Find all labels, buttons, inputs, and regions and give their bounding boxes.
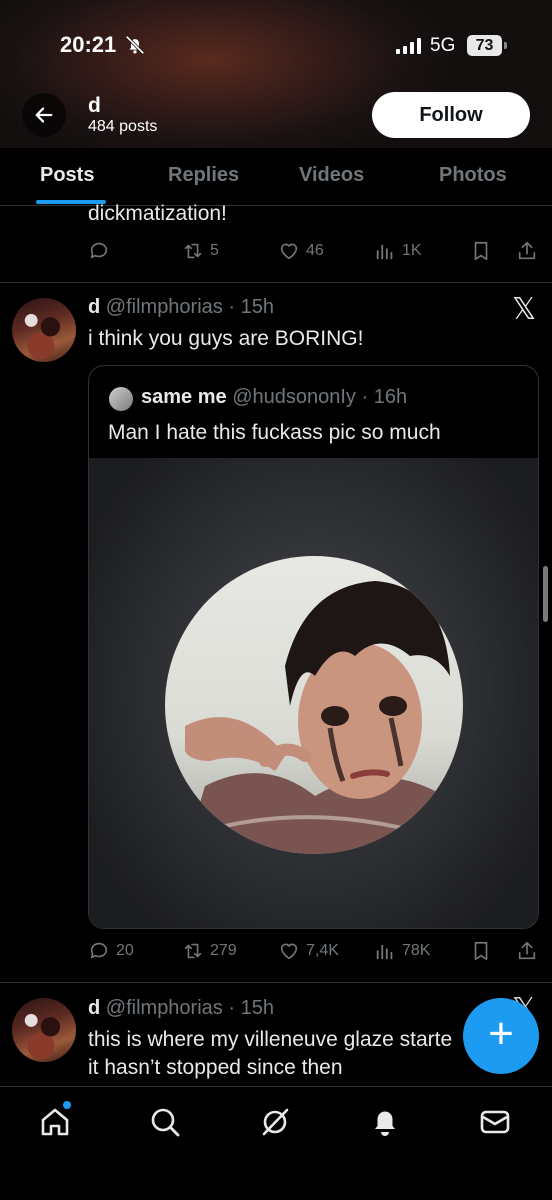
retweet-icon [184,243,202,259]
divider [0,982,552,983]
battery-icon: 73 [467,35,507,56]
retweet-count: 5 [210,242,219,259]
x-logo-icon: 𝕏 [512,292,537,327]
reply-icon [90,242,108,259]
retweet-button[interactable]: 5 [182,240,219,262]
tweet-actions: 5 46 1K [88,240,538,266]
tab-videos[interactable]: Videos [299,164,364,187]
back-button[interactable] [22,93,66,137]
search-icon[interactable] [148,1105,182,1139]
profile-name: d [88,94,101,117]
tweet-text-line: it hasn’t stopped since then [88,1056,343,1079]
views-count: 78K [402,942,431,959]
avatar[interactable] [12,998,76,1062]
author-handle[interactable]: @filmphorias [106,296,223,318]
quote-author-handle: @hudsononIy [232,386,356,408]
tweet-header: d @filmphorias · 15h [88,997,274,1020]
author-name[interactable]: d [88,296,100,318]
follow-button[interactable]: Follow [372,92,530,138]
like-icon [280,243,298,260]
views-icon [376,244,393,260]
tweet-actions: 20 279 7,4K 78K [88,940,538,966]
views-icon [376,944,393,960]
views-count: 1K [402,242,422,259]
tweet-header: d @filmphorias · 15h [88,296,274,319]
like-count: 46 [306,242,324,259]
quote-avatar [109,387,133,411]
retweet-count: 279 [210,942,237,959]
quoted-tweet[interactable]: same me @hudsononIy · 16h Man I hate thi… [88,365,539,929]
bottom-navigation [0,1086,552,1200]
post-count: 484 posts [88,118,158,135]
reply-count: 20 [116,942,134,959]
grok-icon[interactable] [258,1105,292,1139]
quote-text: Man I hate this fuckass pic so much [108,421,441,444]
retweet-button[interactable]: 279 [182,940,237,962]
tweet-text-fragment: dickmatization! [88,202,227,225]
back-arrow-icon [35,107,53,123]
status-time: 20:21 [60,32,117,57]
like-button[interactable]: 46 [278,240,324,262]
network-label: 5G [430,35,456,56]
divider [0,282,552,283]
tweet-time: · 15h [228,997,274,1019]
quote-author-name: same me [141,386,227,408]
views-button[interactable]: 78K [374,940,430,962]
tab-posts[interactable]: Posts [40,164,94,187]
messages-icon[interactable] [478,1105,512,1139]
tweet-time: · 15h [228,296,274,318]
author-name[interactable]: d [88,997,100,1019]
quote-media[interactable] [89,458,538,928]
tab-replies[interactable]: Replies [168,164,239,187]
share-icon [518,241,536,260]
compose-button[interactable]: + [463,998,539,1074]
tweet-text: this is where my villeneuve glaze starte… [88,1026,452,1082]
notifications-icon[interactable] [368,1105,402,1139]
tab-photos[interactable]: Photos [439,164,507,187]
bookmark-icon [474,241,488,261]
quote-time: · 16h [361,386,408,408]
like-count: 7,4K [306,942,339,959]
home-icon[interactable] [38,1105,72,1139]
share-icon [518,941,536,960]
battery-level: 73 [467,35,502,56]
profile-tabs: Posts Replies Videos Photos [0,148,552,206]
avatar[interactable] [12,298,76,362]
reply-icon [90,942,108,959]
share-button[interactable] [516,940,538,962]
bookmark-button[interactable] [470,240,492,262]
like-button[interactable]: 7,4K [278,940,339,962]
tweet-text-line: this is where my villeneuve glaze starte [88,1028,453,1051]
reply-button[interactable]: 20 [88,940,134,962]
home-notification-dot [63,1101,71,1109]
like-icon [280,943,298,960]
bell-slash-icon [125,35,145,55]
views-button[interactable]: 1K [374,240,422,262]
author-handle[interactable]: @filmphorias [106,997,223,1019]
profile-header: 20:21 5G 73 d 484 posts Follow [0,0,552,148]
bookmark-button[interactable] [470,940,492,962]
profile-photo-image [165,556,463,854]
reply-button[interactable] [88,240,110,262]
bookmark-icon [474,941,488,961]
signal-icon [396,38,421,54]
retweet-icon [184,943,202,959]
tweet-text: i think you guys are BORING! [88,327,364,350]
quote-header: same me @hudsononIy · 16h [141,386,407,409]
share-button[interactable] [516,240,538,262]
scrollbar[interactable] [543,566,548,622]
